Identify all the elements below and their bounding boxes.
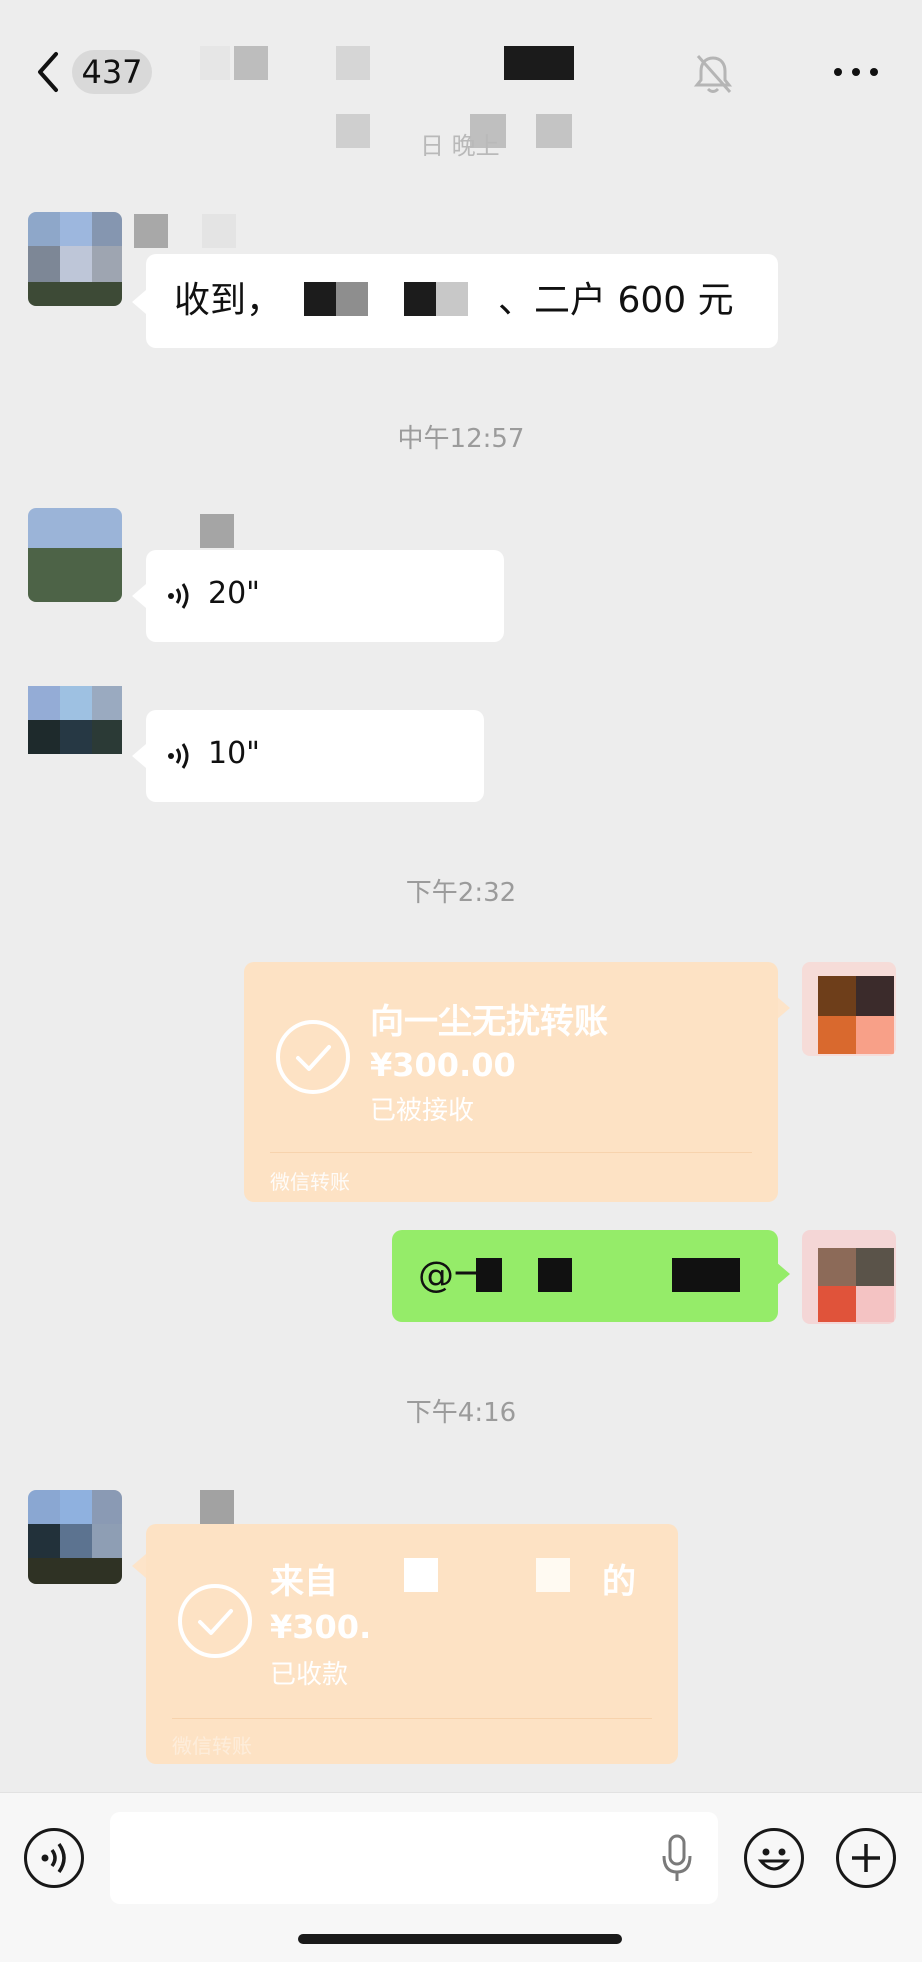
timestamp: 中午12:57 xyxy=(397,424,525,454)
transfer-status: 已收款 xyxy=(270,1660,349,1690)
transfer-title: 向一尘无扰转账 xyxy=(370,1002,608,1042)
avatar[interactable] xyxy=(802,1230,896,1324)
check-circle-icon xyxy=(178,1584,252,1658)
voice-wave-icon xyxy=(168,583,189,609)
divider xyxy=(172,1718,652,1719)
chevron-left-icon[interactable] xyxy=(34,48,62,96)
voice-message[interactable]: 20" xyxy=(146,550,504,642)
transfer-amount: ¥300. xyxy=(270,1608,372,1646)
avatar[interactable] xyxy=(28,668,122,762)
message-bubble[interactable]: 收到， 、二户 600 元 xyxy=(146,254,778,348)
transfer-card-received[interactable]: 来自 的 ¥300. 已收款 微信转账 xyxy=(146,1524,678,1764)
transfer-title-suffix: 的 xyxy=(602,1562,636,1602)
home-indicator xyxy=(298,1934,622,1944)
message-input[interactable] xyxy=(110,1812,718,1904)
transfer-status: 已被接收 xyxy=(370,1096,475,1126)
mic-icon[interactable] xyxy=(660,1834,694,1884)
transfer-footer: 微信转账 xyxy=(270,1170,350,1194)
avatar[interactable] xyxy=(28,508,122,602)
plus-icon[interactable] xyxy=(836,1828,896,1888)
transfer-amount: ¥300.00 xyxy=(370,1046,516,1084)
voice-duration: 10" xyxy=(208,736,260,771)
bubble-tail xyxy=(132,584,146,608)
hidden-subline: 日 晚上 xyxy=(420,132,500,160)
voice-wave-icon xyxy=(168,743,189,769)
check-circle-icon xyxy=(276,1020,350,1094)
more-icon[interactable] xyxy=(832,62,880,82)
obscured-name xyxy=(404,1558,438,1592)
obscured-text xyxy=(476,1258,502,1292)
sender-name-obscured xyxy=(134,214,238,248)
voice-icon[interactable] xyxy=(24,1828,84,1888)
timestamp: 下午4:16 xyxy=(405,1398,517,1428)
transfer-title-prefix: 来自 xyxy=(270,1562,338,1602)
chat-title-obscured xyxy=(160,44,580,154)
bell-off-icon xyxy=(693,55,733,93)
message-bubble-sent[interactable]: @一 xyxy=(392,1230,778,1322)
emoji-icon[interactable] xyxy=(744,1828,804,1888)
avatar[interactable] xyxy=(28,212,122,306)
bubble-tail xyxy=(776,996,790,1020)
bubble-tail xyxy=(776,1262,790,1286)
unread-badge[interactable]: 437 xyxy=(72,50,152,94)
avatar[interactable] xyxy=(28,1490,122,1584)
divider xyxy=(270,1152,752,1153)
obscured-text xyxy=(304,282,336,316)
bubble-tail xyxy=(132,744,146,768)
message-text-suffix: 、二户 600 元 xyxy=(498,280,734,321)
voice-duration: 20" xyxy=(208,576,260,611)
sender-name-obscured xyxy=(200,1490,234,1524)
avatar[interactable] xyxy=(802,962,896,1056)
timestamp: 下午2:32 xyxy=(405,878,517,908)
sender-name-obscured xyxy=(200,514,234,548)
transfer-card-sent[interactable]: 向一尘无扰转账 ¥300.00 已被接收 微信转账 xyxy=(244,962,778,1202)
bubble-tail xyxy=(132,290,146,314)
message-text: 收到， xyxy=(174,280,283,321)
transfer-footer: 微信转账 xyxy=(172,1734,252,1758)
bubble-tail xyxy=(132,1554,146,1578)
voice-message[interactable]: 10" xyxy=(146,710,484,802)
